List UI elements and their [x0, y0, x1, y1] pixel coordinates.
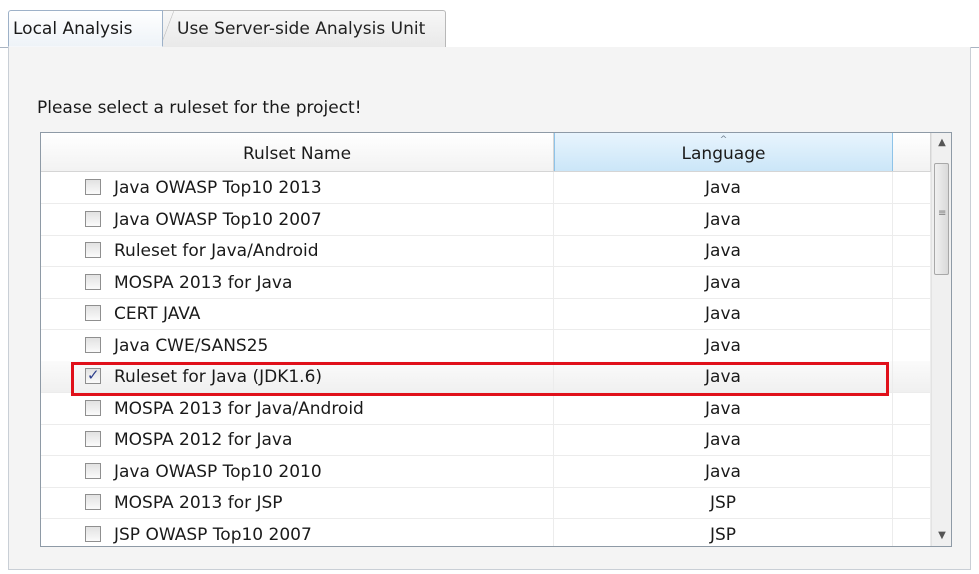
ruleset-checkbox[interactable] [85, 211, 101, 227]
table-row[interactable]: MOSPA 2013 for JSP JSP [41, 487, 931, 519]
language-cell: Java [554, 456, 893, 487]
ruleset-name-label: JSP OWASP Top10 2007 [114, 525, 312, 545]
ruleset-checkbox[interactable] [85, 337, 101, 353]
filler-cell [893, 487, 931, 518]
table-header: Rulset Name ^ Language [41, 133, 931, 172]
ruleset-name-label: Ruleset for Java/Android [114, 241, 319, 261]
table-row[interactable]: Ruleset for Java (JDK1.6) Java [41, 361, 931, 393]
filler-cell [893, 361, 931, 392]
ruleset-name-label: Ruleset for Java (JDK1.6) [114, 367, 323, 387]
ruleset-prompt: Please select a ruleset for the project! [37, 98, 362, 118]
tab-server-side-analysis[interactable]: Use Server-side Analysis Unit [160, 10, 446, 47]
ruleset-checkbox[interactable] [85, 400, 101, 416]
filler-cell [893, 235, 931, 266]
ruleset-name-cell: Java CWE/SANS25 [41, 330, 554, 361]
ruleset-name-label: MOSPA 2013 for Java [114, 273, 293, 293]
table-row[interactable]: MOSPA 2013 for Java Java [41, 267, 931, 299]
filler-cell [893, 298, 931, 329]
ruleset-checkbox[interactable] [85, 242, 101, 258]
ruleset-name-cell: Java OWASP Top10 2010 [41, 456, 554, 487]
ruleset-checkbox[interactable] [85, 366, 101, 384]
ruleset-name-cell: Ruleset for Java (JDK1.6) [41, 361, 554, 392]
language-cell: Java [554, 267, 893, 298]
ruleset-checkbox[interactable] [85, 463, 101, 479]
sort-ascending-icon: ^ [719, 135, 728, 145]
ruleset-checkbox[interactable] [85, 431, 101, 447]
ruleset-name-label: MOSPA 2013 for JSP [114, 493, 283, 513]
language-cell: Java [554, 330, 893, 361]
filler-cell [893, 456, 931, 487]
filler-cell [893, 393, 931, 424]
language-cell: Java [554, 361, 893, 392]
table-row[interactable]: Java OWASP Top10 2007 Java [41, 204, 931, 236]
filler-cell [893, 267, 931, 298]
table-row[interactable]: MOSPA 2013 for Java/Android Java [41, 393, 931, 425]
language-cell: JSP [554, 519, 893, 546]
tab-local-analysis[interactable]: Local Analysis [8, 10, 163, 47]
ruleset-name-label: Java OWASP Top10 2007 [114, 210, 322, 230]
filler-cell [893, 519, 931, 546]
table-row[interactable]: JSP OWASP Top10 2007 JSP [41, 519, 931, 546]
ruleset-name-cell: MOSPA 2013 for JSP [41, 487, 554, 518]
ruleset-name-label: MOSPA 2013 for Java/Android [114, 399, 364, 419]
ruleset-table: Rulset Name ^ Language Java OWASP Top10 … [40, 132, 952, 547]
table-row[interactable]: CERT JAVA Java [41, 298, 931, 330]
ruleset-name-label: Java OWASP Top10 2010 [114, 462, 322, 482]
scroll-down-arrow-icon[interactable]: ▼ [932, 526, 951, 546]
language-cell: Java [554, 298, 893, 329]
language-cell: Java [554, 424, 893, 455]
column-header-ruleset-name[interactable]: Rulset Name [41, 133, 554, 171]
table-row[interactable]: MOSPA 2012 for Java Java [41, 424, 931, 456]
ruleset-name-label: MOSPA 2012 for Java [114, 430, 293, 450]
ruleset-name-cell: CERT JAVA [41, 298, 554, 329]
ruleset-name-cell: Ruleset for Java/Android [41, 235, 554, 266]
ruleset-name-label: Java OWASP Top10 2013 [114, 178, 322, 198]
ruleset-name-cell: Java OWASP Top10 2013 [41, 172, 554, 203]
scrollbar-thumb[interactable]: ≡ [934, 163, 949, 275]
ruleset-checkbox[interactable] [85, 494, 101, 510]
scrollbar-grip-icon: ≡ [938, 208, 947, 219]
table-row[interactable]: Java OWASP Top10 2013 Java [41, 172, 931, 204]
column-header-language-label: Language [681, 144, 766, 164]
ruleset-checkbox[interactable] [85, 274, 101, 290]
language-cell: Java [554, 393, 893, 424]
language-cell: Java [554, 235, 893, 266]
ruleset-name-label: Java CWE/SANS25 [114, 336, 269, 356]
language-cell: Java [554, 172, 893, 203]
filler-cell [893, 204, 931, 235]
tab-bar: Local Analysis Use Server-side Analysis … [0, 0, 979, 48]
language-cell: JSP [554, 487, 893, 518]
ruleset-name-cell: Java OWASP Top10 2007 [41, 204, 554, 235]
filler-cell [893, 172, 931, 203]
table-row[interactable]: Ruleset for Java/Android Java [41, 235, 931, 267]
ruleset-name-cell: MOSPA 2012 for Java [41, 424, 554, 455]
language-cell: Java [554, 204, 893, 235]
vertical-scrollbar[interactable]: ▲ ≡ ▼ [931, 133, 951, 546]
ruleset-name-label: CERT JAVA [114, 304, 201, 324]
filler-cell [893, 330, 931, 361]
column-header-filler [893, 133, 931, 171]
filler-cell [893, 424, 931, 455]
ruleset-checkbox[interactable] [85, 526, 101, 542]
column-header-language[interactable]: ^ Language [554, 133, 893, 171]
table-row[interactable]: Java OWASP Top10 2010 Java [41, 456, 931, 488]
table-row[interactable]: Java CWE/SANS25 Java [41, 330, 931, 362]
scroll-up-arrow-icon[interactable]: ▲ [932, 133, 951, 153]
ruleset-checkbox[interactable] [85, 179, 101, 195]
ruleset-name-cell: JSP OWASP Top10 2007 [41, 519, 554, 546]
ruleset-name-cell: MOSPA 2013 for Java [41, 267, 554, 298]
ruleset-checkbox[interactable] [85, 305, 101, 321]
ruleset-name-cell: MOSPA 2013 for Java/Android [41, 393, 554, 424]
